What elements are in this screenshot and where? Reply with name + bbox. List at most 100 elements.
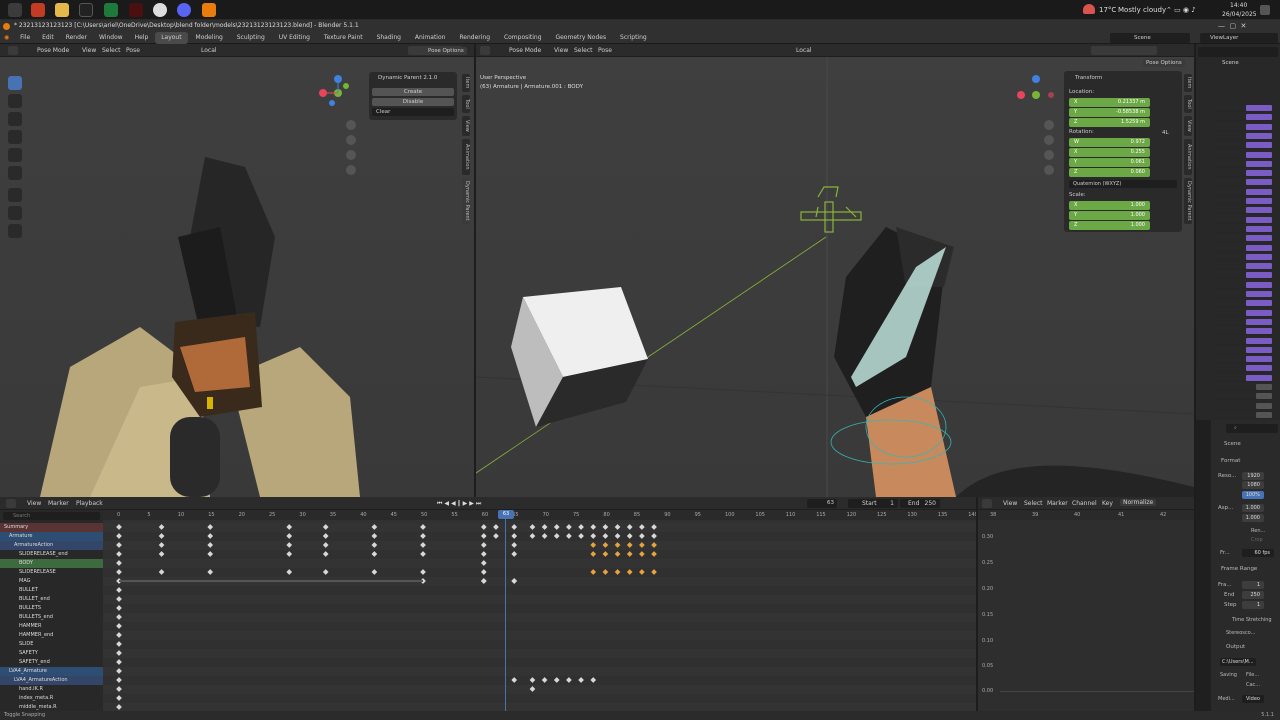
workspace-tab-rendering[interactable]: Rendering <box>453 32 496 44</box>
menu-select[interactable]: Select <box>1024 500 1043 507</box>
outliner-row[interactable] <box>1212 337 1274 345</box>
location-z-field[interactable]: Z 1.5259 m <box>1069 118 1150 127</box>
tab-view[interactable]: View <box>462 116 470 136</box>
rotation-y-field[interactable]: Y 0.061 <box>1069 158 1150 167</box>
visibility-toggle-icon[interactable] <box>1246 151 1272 158</box>
resolution-y-field[interactable]: 1080 <box>1242 481 1264 489</box>
menu-help[interactable]: Help <box>130 32 154 44</box>
outliner-row[interactable] <box>1212 113 1274 122</box>
frame-end-field[interactable]: 250 <box>1242 591 1264 599</box>
outliner-filter-bar[interactable] <box>1198 47 1278 57</box>
rotate-tool-icon[interactable] <box>8 130 22 144</box>
resolution-percent-field[interactable]: 100% <box>1242 491 1264 499</box>
location-x-field[interactable]: X 0.21337 m <box>1069 98 1150 107</box>
move-tool-icon[interactable] <box>8 112 22 126</box>
keyframe-area[interactable] <box>103 520 976 711</box>
outliner-row[interactable] <box>1212 160 1274 168</box>
window-controls[interactable]: — ▢ ✕ <box>1218 22 1246 30</box>
visibility-toggle-icon[interactable] <box>1256 402 1272 409</box>
frame-start-field[interactable]: 1 <box>1242 581 1264 589</box>
workspace-tab-texture-paint[interactable]: Texture Paint <box>318 32 369 44</box>
outliner-row[interactable] <box>1212 216 1274 224</box>
outliner-row[interactable] <box>1212 383 1274 391</box>
start-frame-field[interactable]: Start 1 <box>848 499 898 508</box>
outliner-row[interactable] <box>1212 402 1274 410</box>
channel-row[interactable]: BULLETS <box>0 604 103 613</box>
outliner-row[interactable] <box>1212 104 1274 112</box>
media-type-dropdown[interactable]: Video <box>1242 695 1264 703</box>
blender-menu-icon[interactable]: ◉ <box>0 32 13 44</box>
workspace-tab-uv-editing[interactable]: UV Editing <box>273 32 316 44</box>
outliner-row[interactable] <box>1212 151 1274 159</box>
visibility-toggle-icon[interactable] <box>1246 365 1272 372</box>
menu-edit[interactable]: Edit <box>37 32 59 44</box>
scale-y-field[interactable]: Y 1.000 <box>1069 211 1150 220</box>
scale-z-field[interactable]: Z 1.000 <box>1069 221 1150 230</box>
visibility-toggle-icon[interactable] <box>1246 114 1272 121</box>
outliner-row[interactable] <box>1212 262 1274 271</box>
crop-checkbox[interactable]: Crop <box>1251 537 1263 543</box>
visibility-toggle-icon[interactable] <box>1246 291 1272 297</box>
tab-item[interactable]: Item <box>462 74 470 92</box>
visibility-toggle-icon[interactable] <box>1246 272 1272 279</box>
frame-step-field[interactable]: 1 <box>1242 601 1264 609</box>
current-frame-field[interactable]: 63 <box>807 499 837 508</box>
outliner-row[interactable] <box>1212 132 1274 140</box>
outliner-row[interactable] <box>1212 374 1274 382</box>
dopesheet-timeline[interactable]: 0 5 10 15 20 25 30 35 40 45 50 55 60 65 70 75 80 85 90 95 10… <box>103 510 976 711</box>
channel-row[interactable]: hand.IK.R <box>0 685 103 694</box>
channel-row[interactable]: ArmatureAction <box>0 541 103 550</box>
chrome-icon[interactable] <box>153 3 167 17</box>
start-icon[interactable] <box>8 3 22 17</box>
menu-view[interactable]: View <box>82 47 96 54</box>
relax-tool-icon[interactable] <box>8 224 22 238</box>
tray-icons[interactable]: ⌃ ▭ ◉ ♪ <box>1166 6 1196 14</box>
workspace-tab-modeling[interactable]: Modeling <box>190 32 229 44</box>
pose-options-button[interactable]: Pose Options <box>1143 59 1185 67</box>
visibility-toggle-icon[interactable] <box>1246 281 1272 288</box>
outliner-row[interactable] <box>1212 281 1274 289</box>
channel-row[interactable]: BULLETS_end <box>0 613 103 622</box>
visibility-toggle-icon[interactable] <box>1246 346 1272 353</box>
visibility-toggle-icon[interactable] <box>1246 207 1272 214</box>
visibility-toggle-icon[interactable] <box>1246 123 1272 130</box>
outliner-row[interactable] <box>1212 411 1274 419</box>
output-panel-header[interactable]: Output <box>1226 644 1245 650</box>
dp-clear-dropdown[interactable]: Clear <box>372 108 454 116</box>
visibility-toggle-icon[interactable] <box>1246 198 1272 204</box>
menu-window[interactable]: Window <box>94 32 128 44</box>
tab-tool[interactable]: Tool <box>1184 95 1192 113</box>
properties-tab-column[interactable] <box>1196 420 1211 711</box>
visibility-toggle-icon[interactable] <box>1256 393 1272 400</box>
visibility-toggle-icon[interactable] <box>1246 300 1272 307</box>
visibility-toggle-icon[interactable] <box>1256 411 1272 418</box>
visibility-toggle-icon[interactable] <box>1246 337 1272 344</box>
grid-icon[interactable] <box>346 165 356 175</box>
editor-type-icon[interactable] <box>480 46 490 55</box>
visibility-toggle-icon[interactable] <box>1246 179 1272 186</box>
outliner-row[interactable] <box>1212 299 1274 308</box>
visibility-toggle-icon[interactable] <box>1256 384 1272 390</box>
outliner-row[interactable] <box>1212 123 1274 131</box>
channel-row[interactable]: index_meta.R <box>0 694 103 703</box>
rotation-w-field[interactable]: W 0.972 <box>1069 138 1150 147</box>
rotation-z-field[interactable]: Z 0.060 <box>1069 168 1150 177</box>
visibility-toggle-icon[interactable] <box>1246 263 1272 270</box>
channel-row[interactable]: Armature <box>0 532 103 541</box>
visibility-toggle-icon[interactable] <box>1246 216 1272 223</box>
zoom-icon[interactable] <box>346 120 356 130</box>
blender-icon[interactable] <box>202 3 216 17</box>
grid-icon[interactable] <box>1044 165 1054 175</box>
menu-key[interactable]: Key <box>1102 500 1113 507</box>
menu-marker[interactable]: Marker <box>1047 500 1068 507</box>
frame-ruler[interactable]: 0 5 10 15 20 25 30 35 40 45 50 55 60 65 70 75 80 85 90 95 10… <box>103 510 976 520</box>
app-icon[interactable] <box>104 3 118 17</box>
pan-icon[interactable] <box>346 135 356 145</box>
playhead-line[interactable] <box>505 519 506 711</box>
channel-row[interactable]: LVA4_ArmatureAction <box>0 676 103 685</box>
outliner-row[interactable] <box>1212 197 1274 205</box>
playhead-frame-indicator[interactable]: 63 <box>498 510 514 519</box>
mode-selector[interactable]: Pose Mode <box>509 47 541 54</box>
channel-row[interactable]: SLIDERELEASE <box>0 568 103 577</box>
navigation-gizmo[interactable] <box>1016 73 1056 113</box>
